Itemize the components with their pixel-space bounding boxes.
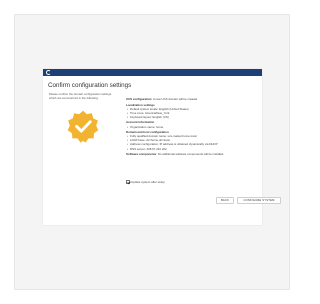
ucs-configuration-text: : A new UCS domain will be created.: [151, 97, 198, 101]
update-system-label: Update system after setup: [131, 180, 165, 184]
page-title: Confirm configuration settings: [48, 82, 132, 89]
ucs-configuration-line: UCS configuration: A new UCS domain will…: [126, 97, 258, 101]
software-components-line: Software components: No additional softw…: [126, 152, 258, 156]
software-components-label: Software components: [126, 152, 157, 157]
setup-dialog: Confirm configuration settings Please co…: [43, 69, 281, 225]
back-button[interactable]: BACK: [216, 197, 234, 204]
intro-text: Please confirm the domain configuration …: [49, 92, 112, 100]
ucs-configuration-label: UCS configuration: [126, 97, 152, 101]
configure-system-button[interactable]: CONFIGURE SYSTEM: [237, 197, 281, 204]
account-list: Organization name: home: [126, 125, 258, 129]
list-item: Keyboard layout: English (US): [127, 115, 258, 119]
ucs-logo-icon: [46, 70, 51, 75]
check-badge-icon: [67, 110, 99, 143]
list-item: DNS server: 208.67.222.222: [127, 147, 258, 151]
configuration-summary: UCS configuration: A new UCS domain will…: [126, 97, 258, 156]
domain-list: Fully qualified domain name: ucs-master.…: [126, 134, 258, 150]
localization-list: Default system locale: English (United S…: [126, 107, 258, 119]
update-system-option[interactable]: Update system after setup: [126, 180, 165, 184]
update-system-checkbox[interactable]: [126, 180, 130, 184]
dialog-header-bar: [43, 69, 262, 76]
software-components-text: : No additional software components will…: [156, 152, 225, 157]
list-item: Organization name: home: [127, 125, 258, 129]
